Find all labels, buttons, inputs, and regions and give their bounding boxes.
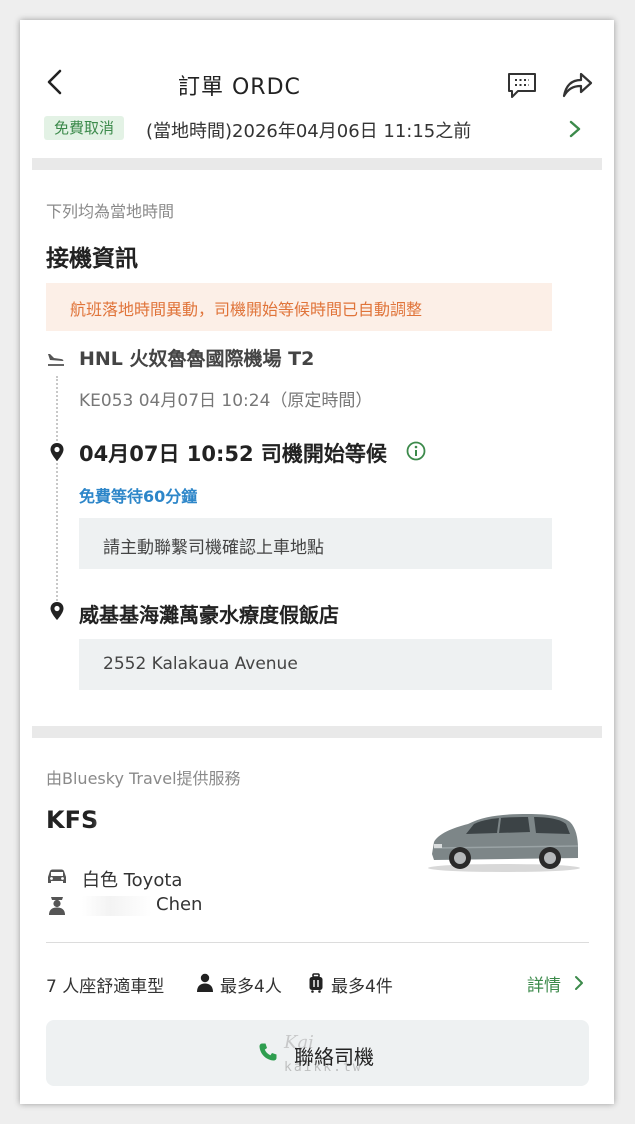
destination-address-box: 2552 Kalakaua Avenue — [79, 639, 552, 690]
contact-driver-button[interactable]: 聯絡司機 — [46, 1020, 589, 1086]
arrival-airport: HNL 火奴魯魯國際機場 T2 — [79, 348, 315, 370]
phone-icon — [259, 1043, 277, 1061]
order-id-redaction — [322, 68, 442, 98]
pickup-title: 接機資訊 — [46, 246, 138, 272]
destination-name: 威基基海灘萬豪水療度假飯店 — [79, 603, 339, 627]
share-icon[interactable] — [560, 70, 594, 100]
local-time-note: 下列均為當地時間 — [46, 202, 175, 221]
driver-wait-time: 04月07日 10:52 司機開始等候 — [79, 442, 387, 466]
section-separator — [32, 158, 602, 170]
contact-note-box: 請主動聯繫司機確認上車地點 — [79, 518, 552, 569]
seat-type: 7 人座舒適車型 — [46, 977, 165, 997]
timeline-line — [56, 376, 58, 604]
cancel-deadline: (當地時間)2026年04月06日 11:15之前 — [146, 121, 472, 142]
pin-icon — [50, 602, 64, 620]
top-bar: 訂單 ORDC — [32, 32, 602, 102]
max-luggage: 最多4件 — [331, 977, 393, 997]
contact-note: 請主動聯繫司機確認上車地點 — [103, 538, 324, 558]
minivan-image — [428, 814, 580, 872]
back-button[interactable] — [44, 68, 66, 96]
section-separator — [32, 726, 602, 738]
free-cancel-badge: 免費取消 — [44, 116, 125, 140]
plane-landing-icon — [48, 354, 64, 366]
driver-name-redaction — [82, 896, 152, 916]
car-description: 白色 Toyota — [82, 870, 183, 891]
details-link[interactable]: 詳情 — [527, 971, 561, 996]
license-plate: KFS — [46, 806, 99, 834]
pin-icon — [50, 443, 64, 461]
luggage-icon — [309, 973, 323, 993]
info-icon[interactable] — [406, 441, 426, 461]
contact-driver-label: 聯絡司機 — [294, 1045, 374, 1069]
divider — [46, 942, 589, 943]
driver-name: Chen — [156, 894, 203, 915]
driver-icon — [49, 897, 65, 915]
flight-info: KE053 04月07日 10:24（原定時間） — [79, 391, 373, 411]
chat-icon[interactable] — [506, 70, 538, 100]
service-provider: 由Bluesky Travel提供服務 — [46, 769, 241, 788]
person-icon — [197, 973, 213, 992]
destination-address: 2552 Kalakaua Avenue — [103, 654, 298, 674]
car-icon — [48, 869, 66, 883]
chevron-right-icon — [569, 120, 581, 138]
app-screen: 訂單 ORDC 免費取消 (當地時間)2026年04月06日 11:15之前 下… — [32, 32, 602, 1092]
plate-redaction — [92, 802, 152, 838]
max-passengers: 最多4人 — [220, 977, 282, 997]
order-title: 訂單 ORDC — [178, 75, 301, 100]
free-cancel-row[interactable]: 免費取消 (當地時間)2026年04月06日 11:15之前 — [32, 114, 602, 148]
alert-text: 航班落地時間異動，司機開始等候時間已自動調整 — [70, 300, 423, 319]
chevron-right-icon — [575, 976, 583, 990]
flight-change-alert: 航班落地時間異動，司機開始等候時間已自動調整 — [46, 283, 552, 331]
screenshot-frame: 訂單 ORDC 免費取消 (當地時間)2026年04月06日 11:15之前 下… — [20, 20, 614, 1104]
free-wait-time: 免費等待60分鐘 — [79, 487, 198, 506]
vehicle-features: 7 人座舒適車型 最多4人 最多4件 詳情 — [46, 971, 589, 997]
